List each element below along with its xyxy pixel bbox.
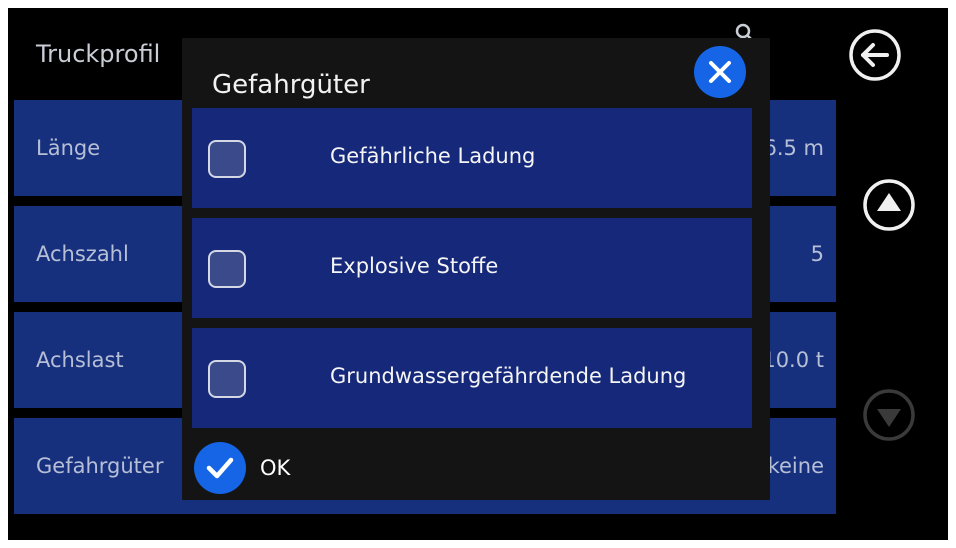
close-icon [709, 61, 731, 83]
arrow-left-circle-icon[interactable] [848, 28, 902, 82]
row-label: Achslast [36, 348, 124, 372]
option-label: Explosive Stoffe [330, 254, 499, 278]
row-label: Achszahl [36, 242, 129, 266]
row-value: keine [767, 454, 824, 478]
option-label: Gefährliche Ladung [330, 144, 536, 168]
checkbox[interactable] [208, 250, 246, 288]
ok-button[interactable] [194, 442, 246, 494]
screen: Truckprofil Länge 6.5 m Achszahl 5 Achsl… [8, 8, 948, 540]
chevron-up-circle-icon[interactable] [862, 178, 916, 232]
dialog-title: Gefahrgüter [212, 70, 370, 100]
checkbox[interactable] [208, 360, 246, 398]
option-gefaehrliche-ladung[interactable]: Gefährliche Ladung [192, 108, 752, 208]
option-grundwasser[interactable]: Grundwassergefährdende Ladung [192, 328, 752, 428]
option-label: Grundwassergefährdende Ladung [330, 364, 687, 388]
checkmark-icon [206, 457, 234, 479]
row-value: 5 [810, 242, 824, 266]
chevron-down-circle-icon [863, 389, 915, 441]
checkbox[interactable] [208, 140, 246, 178]
ok-label[interactable]: OK [260, 456, 290, 480]
page-title: Truckprofil [36, 40, 161, 68]
hazmat-dialog: Gefahrgüter Gefährliche Ladung Explosive… [182, 38, 770, 500]
close-button[interactable] [694, 46, 746, 98]
option-explosive-stoffe[interactable]: Explosive Stoffe [192, 218, 752, 318]
row-label: Gefahrgüter [36, 454, 164, 478]
row-value: 10.0 t [762, 348, 824, 372]
row-value: 6.5 m [763, 136, 824, 160]
row-label: Länge [36, 136, 101, 160]
